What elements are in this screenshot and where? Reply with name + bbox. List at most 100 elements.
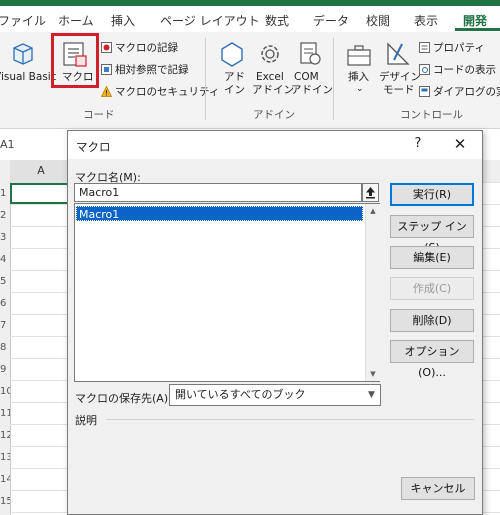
design-mode-icon [387,42,410,65]
excel-addin-label-1: Excel [256,71,284,83]
options-button[interactable]: オプション(O)... [390,340,474,379]
relative-reference-icon [101,64,112,75]
macro-security-label: マクロのセキュリティ [115,86,220,98]
view-code-button[interactable]: コードの表示 [419,62,496,78]
tab-home[interactable]: ホーム [58,12,94,29]
visual-basic-label: Visual Basic [0,71,57,83]
list-scrollbar[interactable]: ▲ ▼ [365,204,380,381]
com-addin-label-1: COM [294,71,319,83]
row-header[interactable]: 7 [0,320,10,331]
name-box[interactable]: A1 [0,138,40,152]
properties-icon [419,42,430,53]
row-header[interactable]: 5 [0,276,10,287]
macro-dialog: マクロ ? ✕ マクロ名(M): Macro1 Macro1 ▲ ▼ 実行(R)… [67,130,483,515]
addin-button[interactable] [219,40,245,68]
row-header[interactable]: 9 [0,364,10,375]
description-label: 説明 [75,414,97,427]
tab-page-layout[interactable]: ページ レイアウト [160,12,260,29]
com-addin-label-2: アドイン [291,84,333,96]
com-addin-icon [300,42,321,65]
warning-icon [100,85,113,97]
create-button[interactable]: 作成(C) [390,277,474,300]
properties-label: プロパティ [433,42,485,54]
addin-label-1: アド [224,71,245,83]
tab-formulas[interactable]: 数式 [265,12,289,29]
scroll-up-icon[interactable]: ▲ [366,204,380,218]
design-mode-label-2: モード [383,84,415,96]
tab-developer[interactable]: 開発 [463,12,487,29]
tab-view[interactable]: 表示 [414,12,438,29]
visual-basic-button[interactable] [10,40,36,68]
row-header[interactable]: 12 [0,430,10,441]
tab-data[interactable]: データ [313,12,349,29]
run-dialog-label: ダイアログの実行 [433,86,500,98]
chevron-down-icon: ▼ [363,385,380,405]
scroll-down-icon[interactable]: ▼ [366,367,380,381]
row-header[interactable]: 14 [0,474,10,485]
chevron-down-icon: ⌄ [356,84,364,94]
control-group-label: コントロール [400,109,463,121]
group-separator [333,38,334,120]
row-header[interactable]: 13 [0,452,10,463]
active-cell-a1[interactable] [10,183,70,204]
row-header[interactable]: 11 [0,408,10,419]
save-location-value: 開いているすべてのブック [175,388,306,401]
gear-icon [261,45,279,63]
design-mode-button[interactable] [384,40,412,68]
excel-addin-label-2: アドイン [252,84,294,96]
view-code-icon [419,64,430,75]
com-addin-button[interactable] [296,40,324,68]
tab-file[interactable]: ファイル [0,12,46,29]
row-header[interactable]: 15 [0,496,10,507]
macro-name-input[interactable]: Macro1 [74,183,362,202]
description-divider [106,419,474,420]
toolbox-icon [347,45,371,66]
run-dialog-button[interactable]: ダイアログの実行 [419,84,500,100]
ribbon-tab-bar: ファイル ホーム 挿入 ページ レイアウト 数式 データ 校閲 表示 開発 [0,6,500,32]
dialog-title: マクロ [76,140,111,154]
step-into-button[interactable]: ステップ イン(S) [390,215,474,254]
help-icon[interactable]: ? [411,136,425,151]
properties-button[interactable]: プロパティ [419,40,485,56]
edit-button[interactable]: 編集(E) [390,246,474,269]
save-location-select[interactable]: 開いているすべてのブック ▼ [169,384,381,406]
column-header-a[interactable]: A [10,160,72,184]
row-header[interactable]: 2 [0,210,10,221]
insert-control-button[interactable] [345,42,373,68]
row-header[interactable]: 6 [0,298,10,309]
visual-basic-icon [13,43,33,65]
record-macro-button[interactable]: マクロの記録 [101,40,178,56]
list-item-macro1[interactable]: Macro1 [76,206,363,221]
tab-insert[interactable]: 挿入 [111,12,135,29]
row-header[interactable]: 1 [0,188,10,199]
macro-list[interactable]: Macro1 ▲ ▼ [74,203,380,382]
code-group-label: コード [83,109,115,121]
save-location-label: マクロの保存先(A): [75,392,172,405]
record-macro-label: マクロの記録 [115,42,178,54]
run-dialog-icon [419,86,430,97]
cancel-button[interactable]: キャンセル [401,477,475,500]
addin-label-2: イン [224,84,245,96]
macro-security-button[interactable]: マクロのセキュリティ [100,84,220,100]
addin-group-label: アドイン [253,109,295,121]
upload-button[interactable] [362,183,379,202]
row-header[interactable]: 8 [0,342,10,353]
row-header[interactable]: 3 [0,232,10,243]
group-separator [205,38,206,120]
row-header[interactable]: 10 [0,386,10,397]
tab-review[interactable]: 校閲 [366,12,390,29]
close-icon[interactable]: ✕ [451,135,469,153]
macro-highlight-box [51,33,99,88]
delete-button[interactable]: 削除(D) [390,309,474,332]
addin-hexagon-icon [221,42,243,67]
active-tab-indicator [455,28,500,31]
record-macro-icon [101,42,112,53]
excel-addin-button[interactable] [256,40,284,68]
relative-reference-button[interactable]: 相対参照で記録 [101,62,189,78]
row-header[interactable]: 4 [0,254,10,265]
run-button[interactable]: 実行(R) [390,183,474,206]
upload-arrow-icon [366,187,375,199]
design-mode-label-1: デザイン [379,71,421,83]
view-code-label: コードの表示 [433,64,496,76]
relative-reference-label: 相対参照で記録 [115,64,189,76]
